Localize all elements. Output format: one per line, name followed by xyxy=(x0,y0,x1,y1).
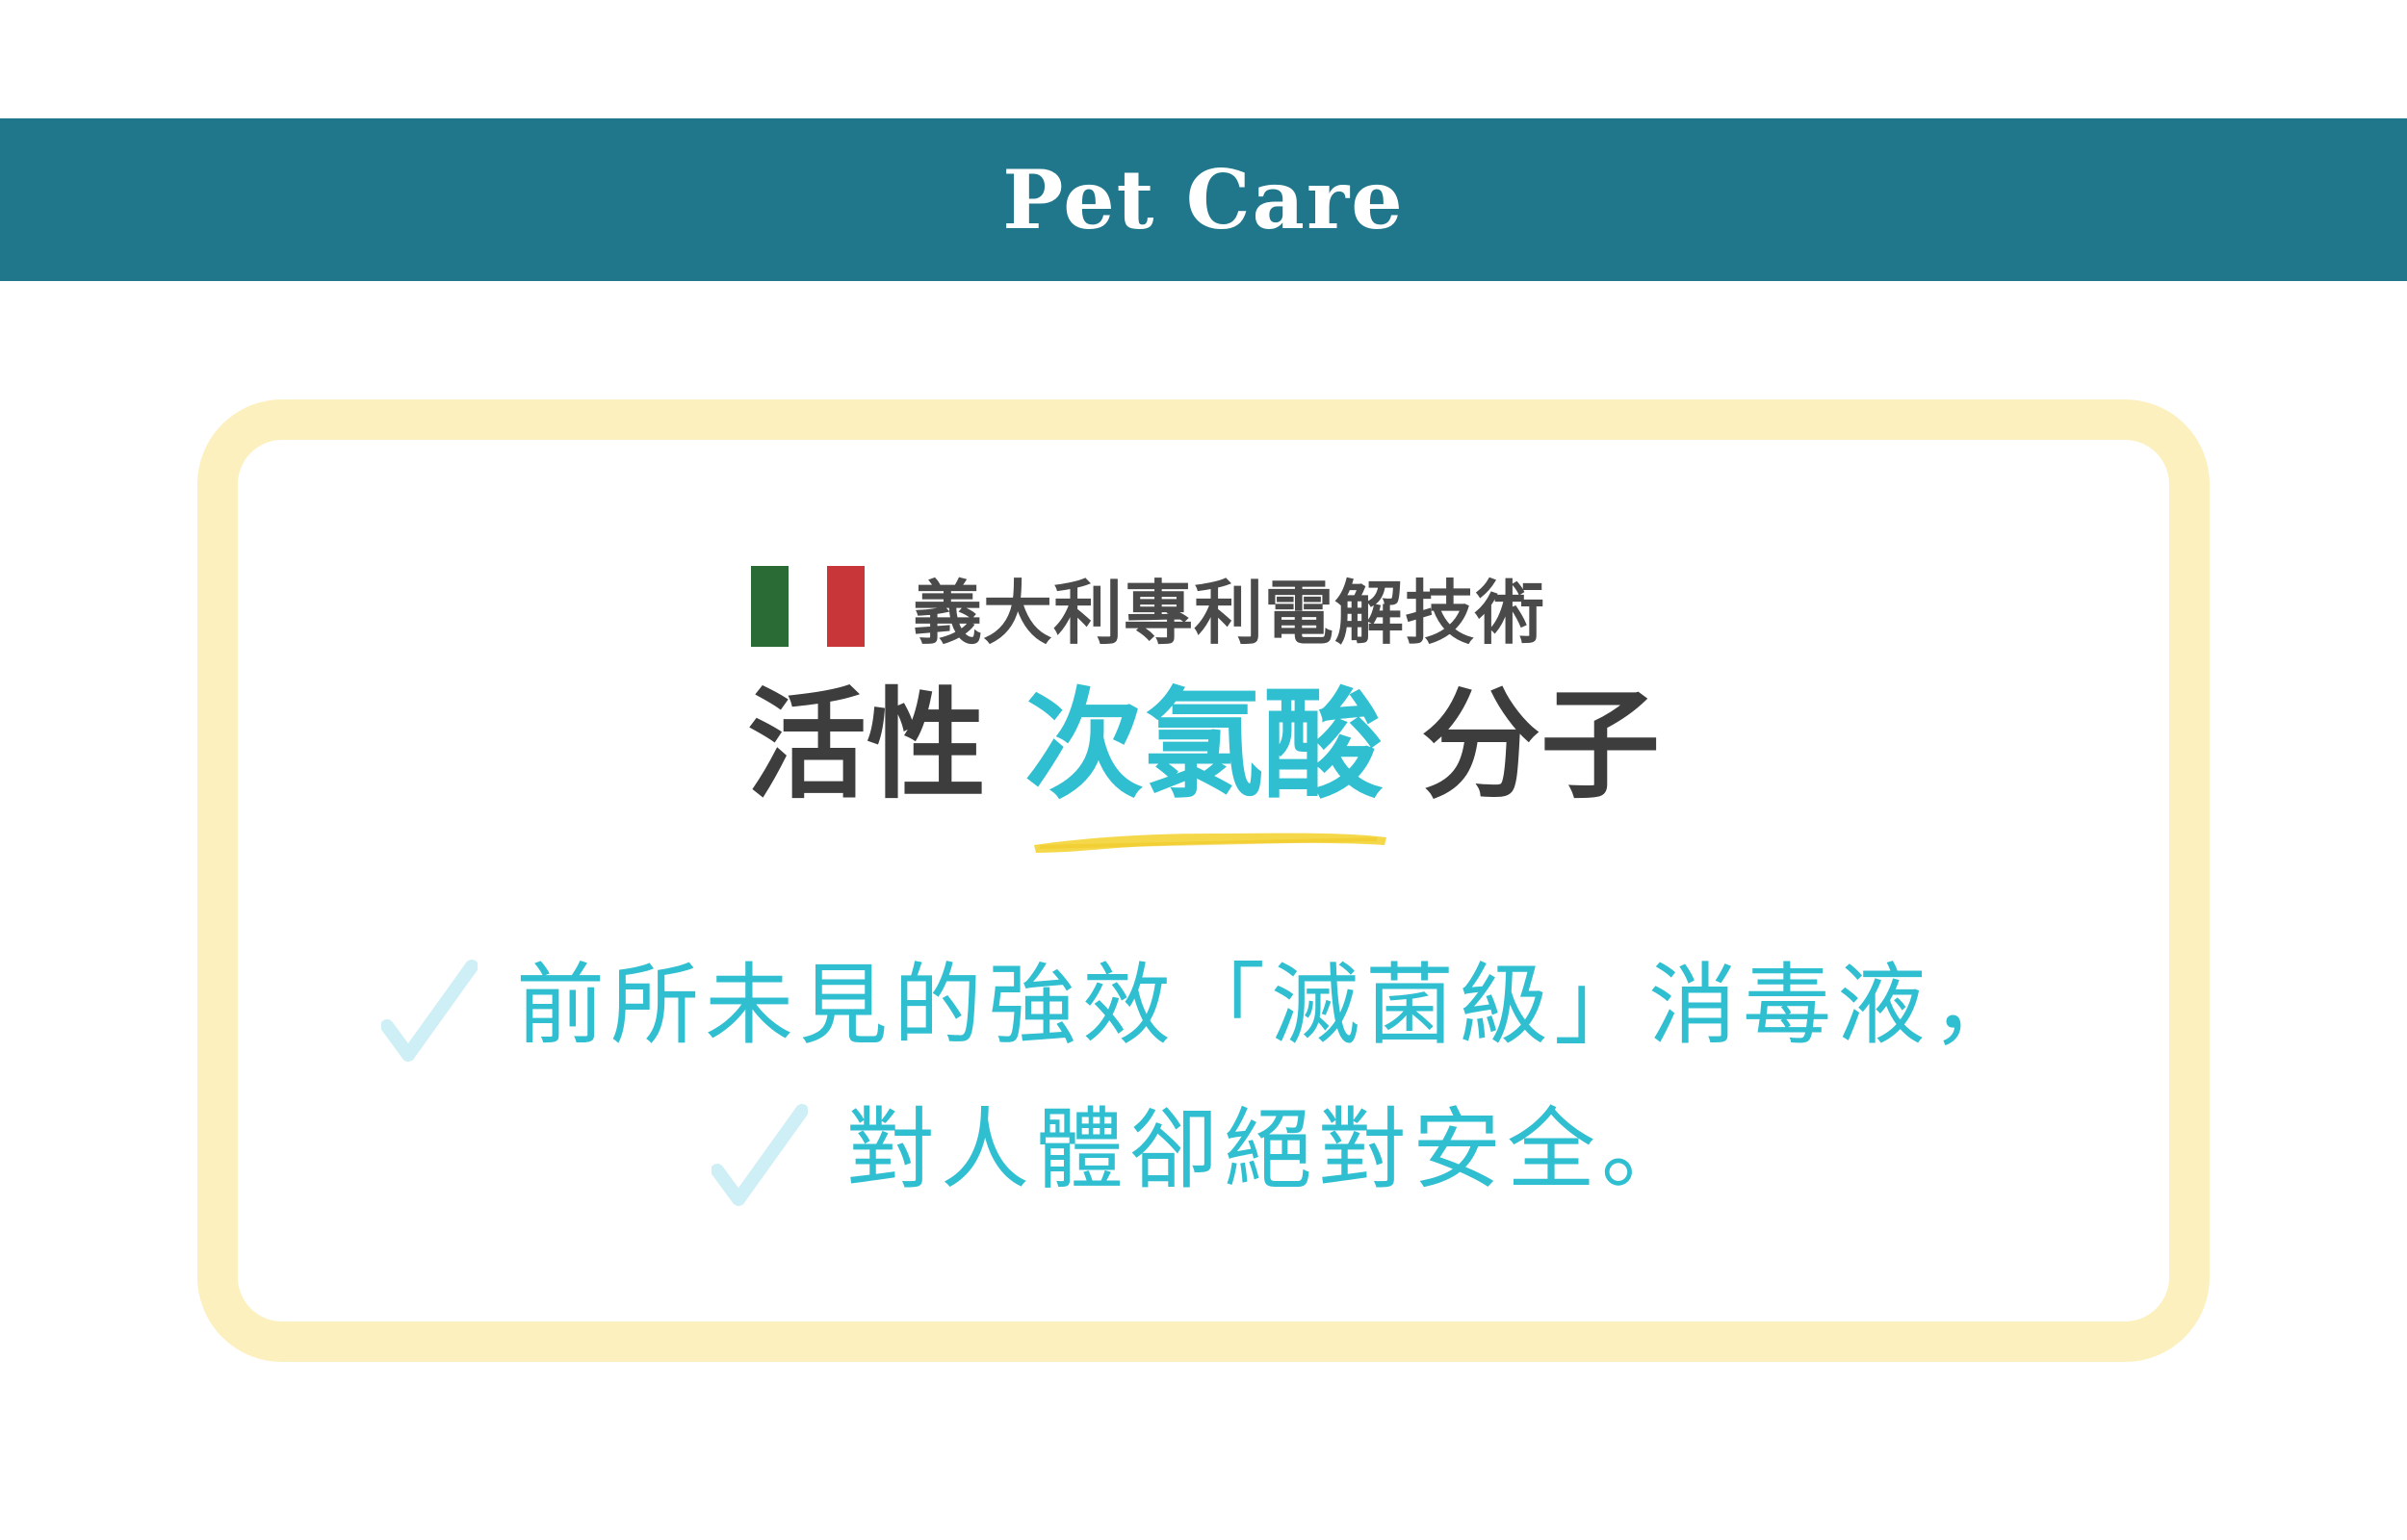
bullet-text: 對人體卻絕對安全。 xyxy=(845,1098,1695,1201)
headline-part2: 分子 xyxy=(1421,677,1661,815)
headline: 活性 次氯酸 分子 xyxy=(0,674,2407,818)
subtitle-row: 義大利專利電解技術 xyxy=(751,563,1545,654)
content-card xyxy=(197,399,2210,1362)
subtitle-text: 義大利專利電解技術 xyxy=(913,572,1546,654)
highlight-underline xyxy=(1034,833,1386,853)
checkmark-icon xyxy=(711,1103,808,1206)
top-banner: Pet Care xyxy=(0,118,2407,281)
checkmark-icon xyxy=(380,959,478,1062)
headline-accent: 次氯酸 xyxy=(1023,677,1383,815)
bullet-line: 對人體卻絕對安全。 xyxy=(0,1078,2407,1209)
italy-flag-icon xyxy=(751,566,865,647)
bullet-text: 前所未見的強效「滅菌級」消毒液， xyxy=(515,954,2026,1057)
headline-part1: 活性 xyxy=(746,677,986,815)
banner-title: Pet Care xyxy=(1002,152,1405,247)
bullet-line: 前所未見的強效「滅菌級」消毒液， xyxy=(0,934,2407,1065)
